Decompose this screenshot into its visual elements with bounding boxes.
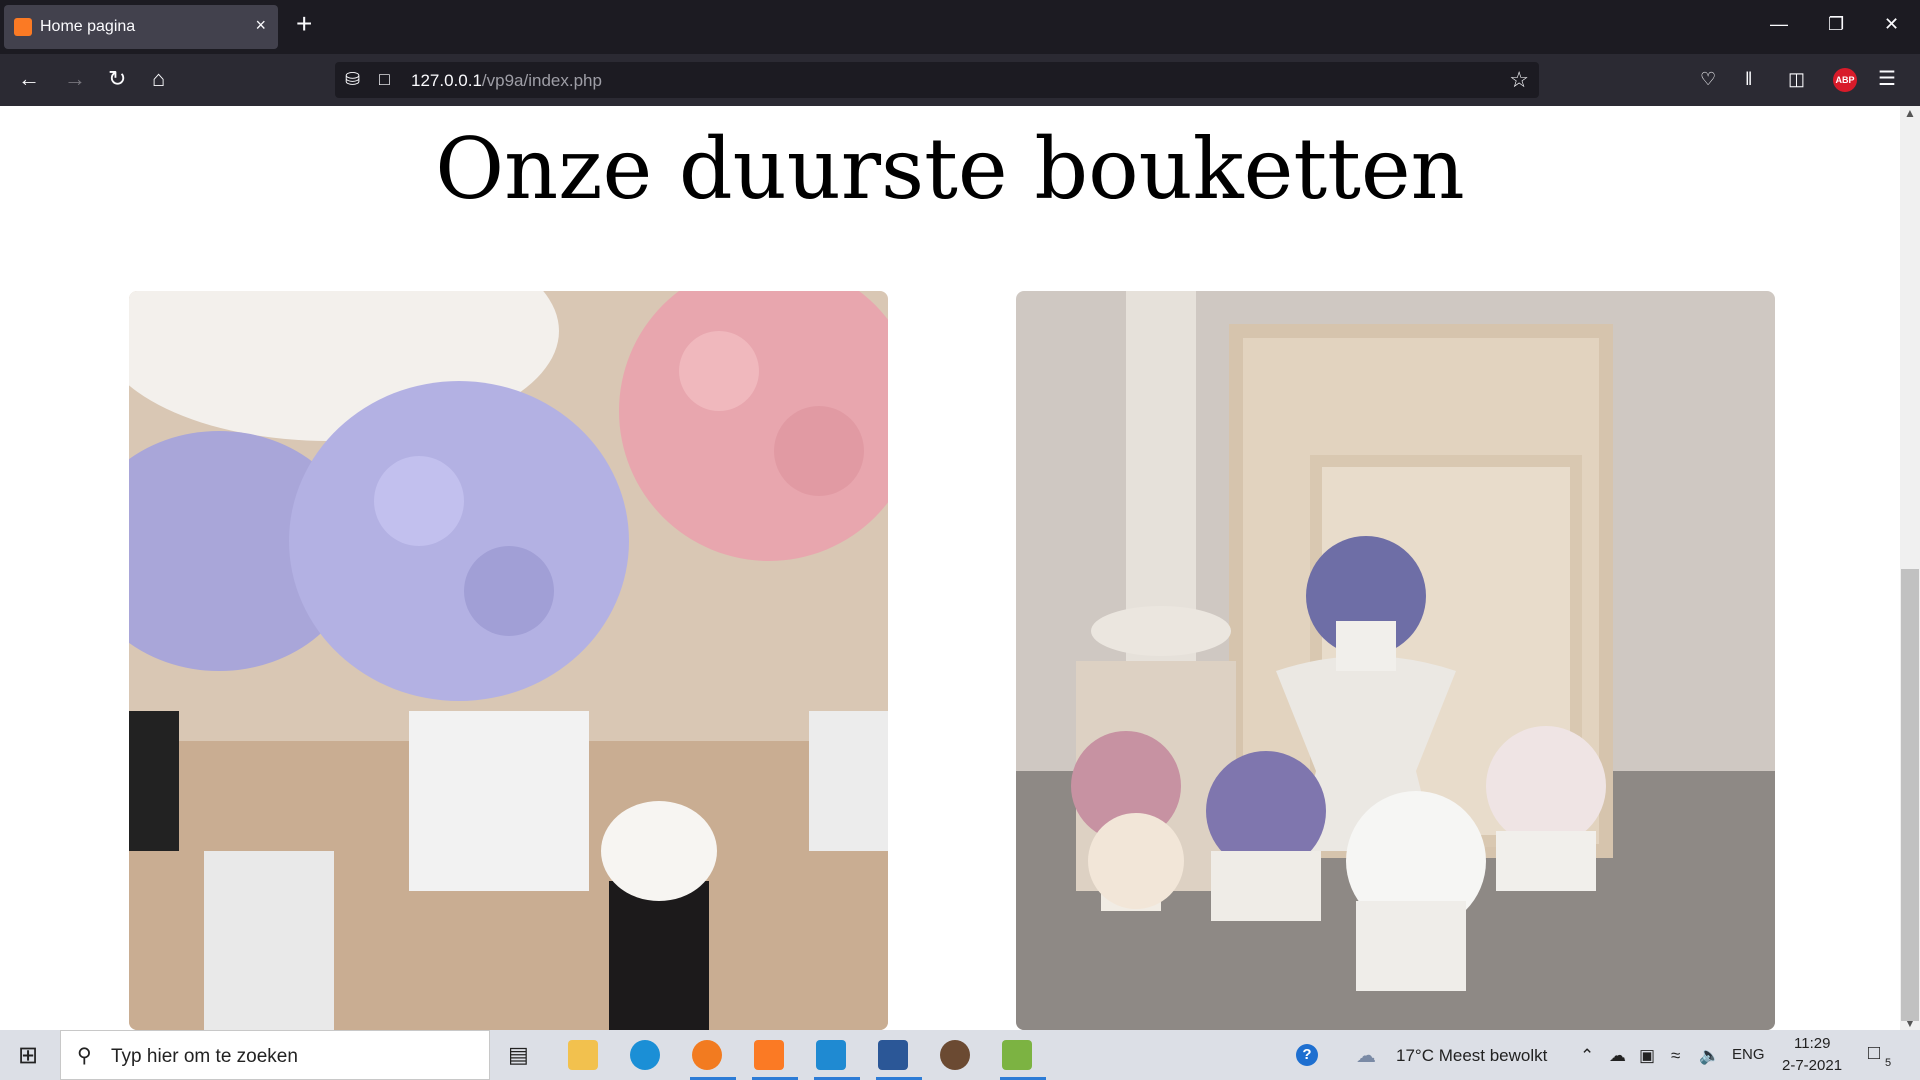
bouquet-photo-arrangements: [1016, 291, 1775, 1030]
search-placeholder: Typ hier om te zoeken: [111, 1046, 298, 1067]
tray-app-icon[interactable]: ▣: [1639, 1046, 1655, 1066]
restore-icon[interactable]: ❐: [1828, 14, 1844, 35]
shield-icon[interactable]: ⛁: [345, 69, 360, 90]
reload-icon[interactable]: ↻: [108, 68, 126, 90]
clock-date[interactable]: 2-7-2021: [1782, 1057, 1842, 1074]
url-host: 127.0.0.1: [411, 71, 482, 90]
forward-icon[interactable]: →: [64, 68, 86, 90]
tab-close-icon[interactable]: ×: [255, 15, 266, 36]
weather-cloud-icon: ☁: [1356, 1045, 1376, 1067]
onedrive-icon[interactable]: ☁: [1609, 1046, 1626, 1066]
bouquet-photo-roses: [129, 291, 888, 1030]
map-app-icon[interactable]: [1002, 1040, 1032, 1070]
search-icon: ⚲: [77, 1045, 92, 1067]
url-text[interactable]: 127.0.0.1/vp9a/index.php: [411, 71, 602, 91]
page-icon: □: [379, 69, 390, 89]
browser-tab-strip: Home pagina × + — ❐ ✕: [0, 0, 1920, 54]
minimize-icon[interactable]: —: [1770, 14, 1788, 35]
arrangements-image: [1016, 291, 1775, 1030]
xampp-icon[interactable]: [754, 1040, 784, 1070]
taskbar-search[interactable]: ⚲ Typ hier om te zoeken: [60, 1030, 490, 1080]
page-heading: Onze duurste bouketten: [435, 120, 1465, 218]
tab-title: Home pagina: [40, 18, 136, 35]
clock-time[interactable]: 11:29: [1794, 1035, 1830, 1052]
scroll-up-icon[interactable]: ▲: [1904, 106, 1916, 120]
windows-start-icon[interactable]: ⊞: [18, 1041, 38, 1070]
volume-icon[interactable]: 🔈: [1699, 1046, 1720, 1066]
browser-tab[interactable]: Home pagina ×: [4, 5, 278, 49]
language-indicator[interactable]: ENG: [1732, 1046, 1765, 1063]
url-path: /vp9a/index.php: [481, 71, 602, 90]
home-icon[interactable]: ⌂: [152, 68, 165, 90]
pocket-icon[interactable]: ♡: [1700, 68, 1716, 90]
xampp-favicon-icon: [14, 18, 32, 36]
wifi-icon[interactable]: ≈: [1671, 1046, 1680, 1066]
library-icon[interactable]: ‖: [1745, 68, 1752, 90]
address-bar[interactable]: ⛁ □ 127.0.0.1/vp9a/index.php ☆: [335, 62, 1539, 98]
edge-icon[interactable]: [630, 1040, 660, 1070]
app-icon[interactable]: [940, 1040, 970, 1070]
notifications-icon[interactable]: □: [1868, 1042, 1880, 1065]
windows-taskbar: ⊞ ⚲ Typ hier om te zoeken ▤ ? ☁ 17°C Mee…: [0, 1030, 1920, 1080]
firefox-icon[interactable]: [692, 1040, 722, 1070]
navigation-toolbar: ← → ↻ ⌂ ⛁ □ 127.0.0.1/vp9a/index.php ☆ ♡…: [0, 54, 1920, 106]
back-icon[interactable]: ←: [18, 68, 40, 90]
menu-icon[interactable]: ☰: [1878, 68, 1896, 90]
new-tab-button[interactable]: +: [296, 8, 312, 40]
close-window-icon[interactable]: ✕: [1884, 14, 1899, 35]
weather-text[interactable]: 17°C Meest bewolkt: [1396, 1046, 1547, 1066]
word-icon[interactable]: [878, 1040, 908, 1070]
bookmark-star-icon[interactable]: ☆: [1509, 67, 1529, 93]
notification-count: 5: [1885, 1057, 1892, 1069]
file-explorer-icon[interactable]: [568, 1040, 598, 1070]
task-view-icon[interactable]: ▤: [508, 1042, 529, 1068]
sidebar-icon[interactable]: ◫: [1788, 68, 1805, 90]
vscode-icon[interactable]: [816, 1040, 846, 1070]
help-icon[interactable]: ?: [1296, 1044, 1318, 1066]
roses-image: [129, 291, 888, 1030]
scrollbar-thumb[interactable]: [1901, 569, 1919, 1021]
adblock-plus-icon[interactable]: ABP: [1833, 68, 1857, 92]
tray-chevron-icon[interactable]: ⌃: [1580, 1046, 1594, 1066]
